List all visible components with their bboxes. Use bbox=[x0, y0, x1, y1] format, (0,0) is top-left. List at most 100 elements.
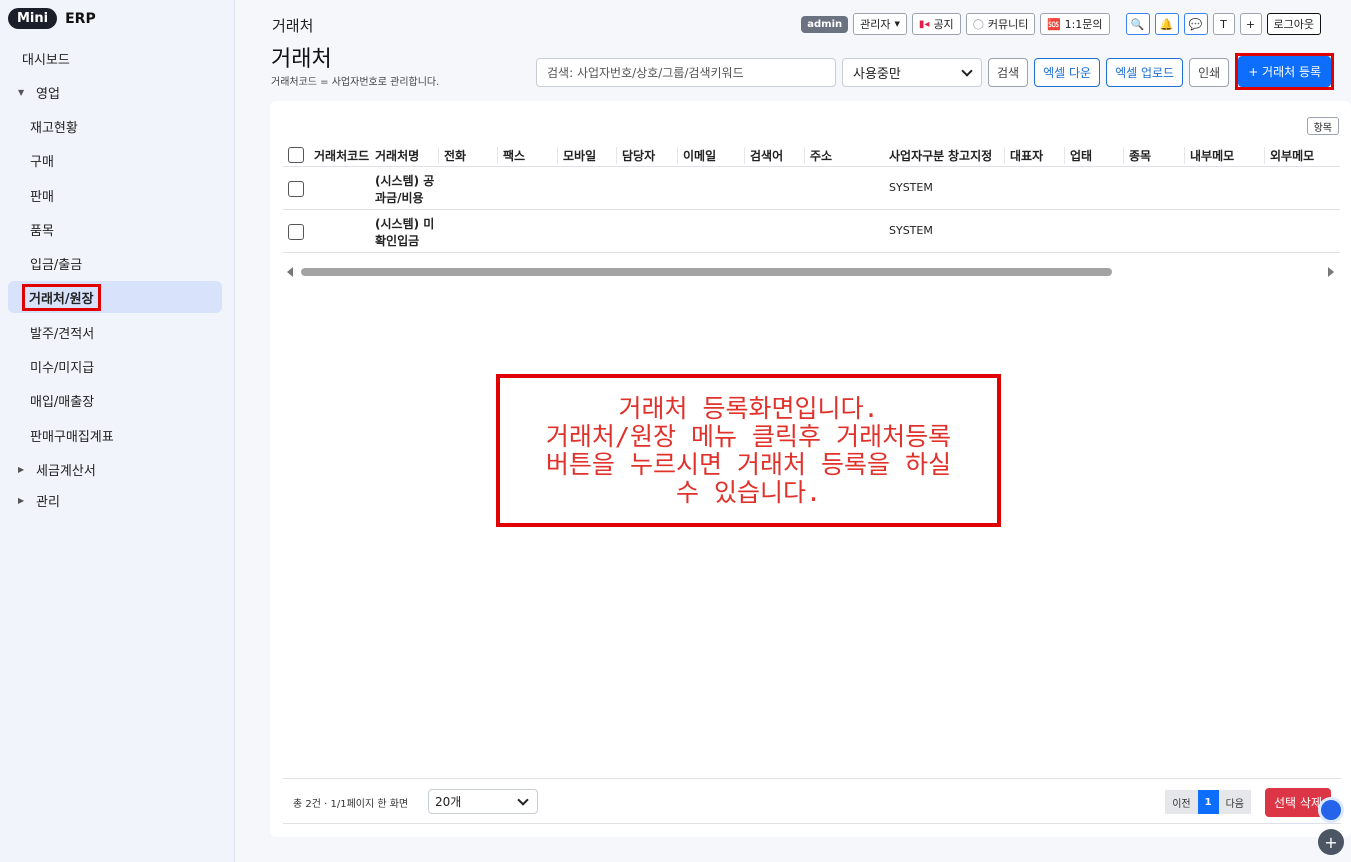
col-manager[interactable]: 담당자 bbox=[616, 147, 655, 164]
page-heading: 거래처 거래처코드 = 사업자번호로 관리합니다. bbox=[271, 47, 439, 88]
add-button[interactable]: + bbox=[1239, 13, 1262, 35]
sidebar-item-purchase[interactable]: 구매 bbox=[8, 144, 222, 176]
logout-button[interactable]: 로그아웃 bbox=[1266, 13, 1321, 35]
col-phone[interactable]: 전화 bbox=[438, 147, 466, 164]
col-ceo[interactable]: 대표자 bbox=[1004, 147, 1043, 164]
client-table: 거래처코드 거래처명 전화 팩스 모바일 담당자 이메일 검색어 주소 사업자구… bbox=[283, 143, 1340, 253]
sidebar-item-clients-ledger[interactable]: 거래처/원장 bbox=[8, 281, 222, 313]
excel-download-button[interactable]: 엑셀 다운 bbox=[1034, 58, 1101, 87]
horizontal-scrollbar[interactable] bbox=[285, 265, 1340, 279]
chat-icon-button[interactable]: 💬 bbox=[1183, 13, 1208, 35]
notice-label: 공지 bbox=[933, 18, 954, 31]
table-row[interactable]: (시스템) 공 과금/비용 SYSTEM bbox=[283, 167, 1340, 210]
col-mobile[interactable]: 모바일 bbox=[557, 147, 596, 164]
sidebar-item-label: 입금/출금 bbox=[30, 257, 83, 273]
row-client-name-line2: 과금/비용 bbox=[375, 191, 424, 205]
role-select[interactable]: 관리자 ▼ bbox=[853, 13, 907, 35]
col-fax[interactable]: 팩스 bbox=[497, 147, 525, 164]
sidebar-item-inventory[interactable]: 재고현황 bbox=[8, 110, 222, 142]
search-button[interactable]: 검색 bbox=[988, 58, 1029, 87]
scroll-right-arrow-icon[interactable] bbox=[1328, 267, 1334, 277]
scroll-thumb[interactable] bbox=[301, 268, 1112, 276]
col-business-item[interactable]: 종목 bbox=[1123, 147, 1151, 164]
annotation-note: 거래처 등록화면입니다. 거래처/원장 메뉴 클릭후 거래처등록 버튼을 누르시… bbox=[496, 374, 1001, 527]
brand-erp: ERP bbox=[65, 10, 96, 27]
sidebar-item-label: 판매 bbox=[30, 189, 54, 205]
page-size-value: 20개 bbox=[435, 795, 462, 809]
search-icon: 🔍 bbox=[1130, 17, 1145, 31]
sidebar-item-label: 거래처/원장 bbox=[22, 283, 101, 311]
col-internal-memo[interactable]: 내부메모 bbox=[1184, 147, 1234, 164]
sidebar-item-label: 판매구매집계표 bbox=[30, 429, 114, 445]
page-size-select[interactable]: 20개 bbox=[428, 789, 538, 814]
sidebar-group-sales[interactable]: ▼ 영업 bbox=[8, 76, 222, 108]
col-warehouse[interactable]: 창고지정 bbox=[948, 147, 992, 164]
community-button[interactable]: ◯ 커뮤니티 bbox=[965, 13, 1036, 35]
next-page-button[interactable]: 다음 bbox=[1218, 790, 1251, 814]
megaphone-icon: ▮◂ bbox=[918, 18, 930, 30]
columns-button[interactable]: 항목 bbox=[1306, 117, 1339, 135]
bell-icon-button[interactable]: 🔔 bbox=[1154, 13, 1179, 35]
caret-right-icon: ▶ bbox=[18, 464, 25, 474]
brand-mini: Mini bbox=[8, 8, 58, 29]
sidebar-item-purchase-sales-ledger[interactable]: 매입/매출장 bbox=[8, 384, 222, 416]
search-icon-button[interactable]: 🔍 bbox=[1125, 13, 1150, 35]
breadcrumb-title: 거래처 bbox=[272, 17, 314, 35]
sidebar-item-label: 매입/매출장 bbox=[30, 394, 95, 410]
speech-bubble-icon: ◯ bbox=[972, 18, 984, 30]
role-select-value: 관리자 bbox=[860, 18, 891, 31]
sidebar-item-sales[interactable]: 판매 bbox=[8, 179, 222, 211]
sidebar-group-admin[interactable]: ▶ 관리 bbox=[8, 484, 222, 516]
sidebar-item-items[interactable]: 품목 bbox=[8, 213, 222, 245]
sidebar-group-tax-invoice[interactable]: ▶ 세금계산서 bbox=[8, 453, 222, 485]
col-address[interactable]: 주소 bbox=[804, 147, 832, 164]
sidebar-item-label: 대시보드 bbox=[22, 52, 70, 68]
row-checkbox[interactable] bbox=[288, 224, 304, 240]
col-code[interactable]: 거래처코드 bbox=[314, 147, 369, 164]
col-email[interactable]: 이메일 bbox=[677, 147, 716, 164]
status-filter-select[interactable]: 사용중만 bbox=[842, 58, 982, 87]
sidebar-item-orders-quotes[interactable]: 발주/견적서 bbox=[8, 316, 222, 348]
sidebar-item-label: 미수/미지급 bbox=[30, 360, 95, 376]
caret-right-icon: ▶ bbox=[18, 495, 25, 505]
row-client-name: (시스템) 미 확인입금 bbox=[375, 216, 445, 250]
community-label: 커뮤니티 bbox=[987, 18, 1029, 31]
col-business-type[interactable]: 사업자구분 bbox=[889, 147, 944, 164]
excel-upload-button[interactable]: 엑셀 업로드 bbox=[1106, 58, 1184, 87]
chat-bot-icon[interactable] bbox=[1318, 797, 1344, 823]
brand-logo[interactable]: Mini ERP bbox=[8, 8, 96, 29]
col-name[interactable]: 거래처명 bbox=[375, 147, 419, 164]
table-row[interactable]: (시스템) 미 확인입금 SYSTEM bbox=[283, 210, 1340, 253]
inquiry-button[interactable]: 🆘 1:1문의 bbox=[1040, 13, 1110, 35]
scroll-left-arrow-icon[interactable] bbox=[287, 267, 293, 277]
sidebar-item-dashboard[interactable]: 대시보드 bbox=[8, 42, 222, 74]
sidebar-item-label: 영업 bbox=[36, 86, 60, 102]
notice-button[interactable]: ▮◂ 공지 bbox=[911, 13, 961, 35]
chat-icon: 💬 bbox=[1188, 17, 1203, 31]
floating-plus-button[interactable]: + bbox=[1318, 829, 1344, 855]
select-all-checkbox[interactable] bbox=[288, 147, 304, 163]
page-title: 거래처 bbox=[271, 47, 332, 72]
sidebar-item-receivables[interactable]: 미수/미지급 bbox=[8, 350, 222, 382]
sidebar-item-deposit-withdraw[interactable]: 입금/출금 bbox=[8, 247, 222, 279]
sidebar-item-label: 구매 bbox=[30, 154, 54, 170]
sidebar-item-label: 세금계산서 bbox=[36, 463, 96, 479]
sidebar: Mini ERP 대시보드 ▼ 영업 재고현황 구매 판매 품목 입금/출금 거래… bbox=[0, 0, 235, 862]
topbar: admin 관리자 ▼ ▮◂ 공지 ◯ 커뮤니티 🆘 1:1문의 🔍 🔔 💬 T + … bbox=[801, 13, 1321, 35]
search-input[interactable]: 검색: 사업자번호/상호/그룹/검색키워드 bbox=[536, 58, 836, 87]
pagination: 이전 1 다음 bbox=[1165, 790, 1251, 814]
chevron-down-icon bbox=[517, 793, 529, 806]
col-keyword[interactable]: 검색어 bbox=[744, 147, 783, 164]
current-page-button[interactable]: 1 bbox=[1197, 790, 1219, 814]
prev-page-button[interactable]: 이전 bbox=[1165, 790, 1198, 814]
sidebar-item-summary[interactable]: 판매구매집계표 bbox=[8, 419, 222, 451]
table-header: 거래처코드 거래처명 전화 팩스 모바일 담당자 이메일 검색어 주소 사업자구… bbox=[283, 143, 1340, 167]
print-button[interactable]: 인쇄 bbox=[1189, 58, 1230, 87]
col-external-memo[interactable]: 외부메모 bbox=[1264, 147, 1314, 164]
register-client-button[interactable]: + 거래처 등록 bbox=[1238, 56, 1332, 87]
col-business-category[interactable]: 업태 bbox=[1064, 147, 1092, 164]
row-client-name-line1: (시스템) 공 bbox=[375, 174, 435, 188]
row-checkbox[interactable] bbox=[288, 181, 304, 197]
row-client-name-line1: (시스템) 미 bbox=[375, 217, 435, 231]
text-size-button[interactable]: T bbox=[1212, 13, 1235, 35]
